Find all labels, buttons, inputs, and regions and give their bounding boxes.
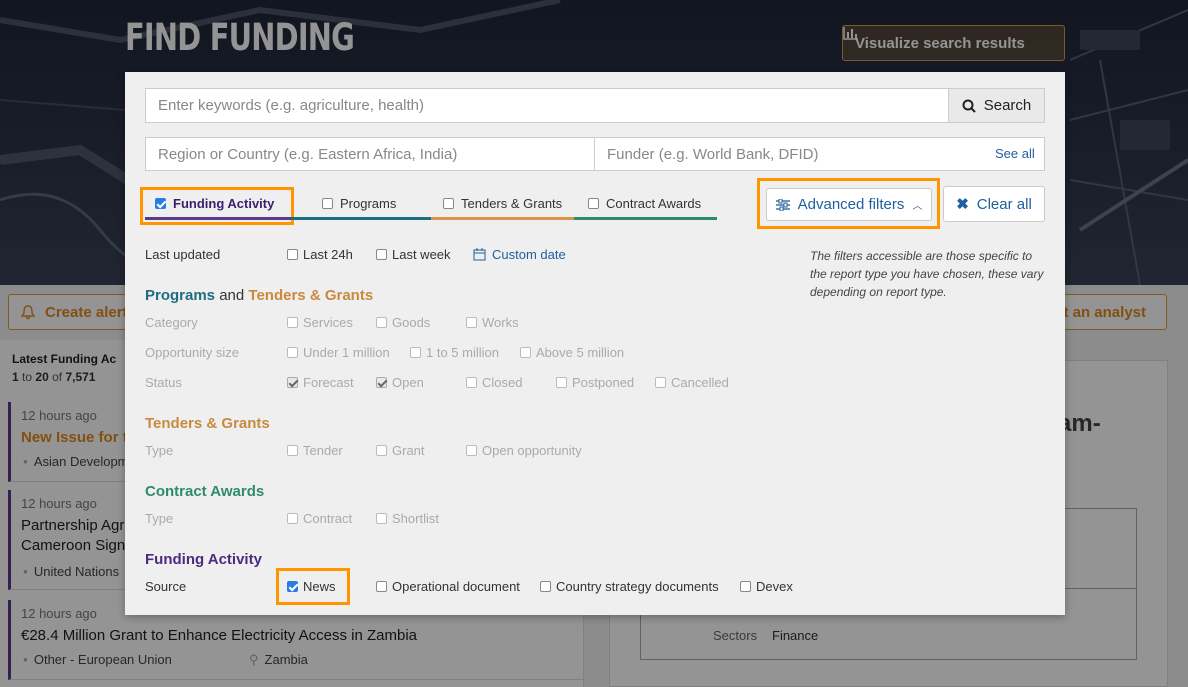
1-to-5m-option[interactable]: 1 to 5 million bbox=[410, 345, 499, 360]
tab-tenders-grants[interactable]: Tenders & Grants bbox=[443, 186, 562, 220]
tab-contract-awards[interactable]: Contract Awards bbox=[588, 186, 701, 220]
region-input[interactable] bbox=[145, 137, 595, 171]
postponed-option[interactable]: Postponed bbox=[556, 375, 634, 390]
search-icon bbox=[962, 99, 976, 113]
under-1m-option[interactable]: Under 1 million bbox=[287, 345, 390, 360]
opportunity-size-label: Opportunity size bbox=[145, 345, 239, 360]
highlight-box bbox=[757, 178, 940, 229]
checkbox[interactable] bbox=[287, 249, 298, 260]
checkbox[interactable] bbox=[540, 581, 551, 592]
last-updated-label: Last updated bbox=[145, 247, 221, 262]
forecast-option[interactable]: Forecast bbox=[287, 375, 354, 390]
filters-note: The filters accessible are those specifi… bbox=[810, 249, 1044, 299]
highlight-box bbox=[276, 568, 350, 605]
close-icon: ✖ bbox=[956, 196, 969, 213]
tab-programs[interactable]: Programs bbox=[322, 186, 396, 220]
last-24h-option[interactable]: Last 24h bbox=[287, 247, 353, 262]
country-strategy-option[interactable]: Country strategy documents bbox=[540, 579, 719, 594]
grant-option[interactable]: Grant bbox=[376, 443, 425, 458]
tenders-type-label: Type bbox=[145, 443, 174, 458]
custom-date-link[interactable]: Custom date bbox=[473, 247, 566, 262]
checkbox[interactable] bbox=[376, 581, 387, 592]
above-5m-option[interactable]: Above 5 million bbox=[520, 345, 624, 360]
tab-underline bbox=[291, 217, 431, 220]
keywords-input[interactable] bbox=[145, 88, 949, 123]
goods-option[interactable]: Goods bbox=[376, 315, 430, 330]
status-label: Status bbox=[145, 375, 182, 390]
open-opportunity-option[interactable]: Open opportunity bbox=[466, 443, 582, 458]
contract-type-label: Type bbox=[145, 511, 174, 526]
contract-option[interactable]: Contract bbox=[287, 511, 352, 526]
tab-label: Tenders & Grants bbox=[461, 195, 563, 211]
tab-label: Contract Awards bbox=[606, 195, 702, 211]
category-label: Category bbox=[145, 315, 198, 330]
tab-underline bbox=[431, 217, 574, 220]
tenders-grants-checkbox[interactable] bbox=[443, 197, 454, 209]
programs-section-title: Programs and Tenders & Grants bbox=[145, 287, 374, 304]
clear-all-label: Clear all bbox=[976, 195, 1032, 213]
services-option[interactable]: Services bbox=[287, 315, 353, 330]
calendar-icon bbox=[473, 248, 486, 261]
open-option[interactable]: Open bbox=[376, 375, 424, 390]
shortlist-option[interactable]: Shortlist bbox=[376, 511, 439, 526]
search-label: Search bbox=[983, 97, 1032, 114]
highlight-box bbox=[140, 187, 294, 225]
see-all-link[interactable]: See all bbox=[995, 146, 1035, 161]
operational-document-option[interactable]: Operational document bbox=[376, 579, 520, 594]
funder-input[interactable] bbox=[594, 137, 1045, 171]
tenders-section-title: Tenders & Grants bbox=[145, 415, 270, 432]
clear-all-button[interactable]: ✖ Clear all bbox=[943, 186, 1045, 222]
tab-label: Programs bbox=[340, 195, 397, 211]
contract-awards-checkbox[interactable] bbox=[588, 197, 599, 209]
checkbox[interactable] bbox=[740, 581, 751, 592]
funding-section-title: Funding Activity bbox=[145, 551, 262, 568]
works-option[interactable]: Works bbox=[466, 315, 519, 330]
search-button[interactable]: Search bbox=[948, 88, 1045, 123]
tender-option[interactable]: Tender bbox=[287, 443, 343, 458]
tab-underline bbox=[574, 217, 717, 220]
devex-option[interactable]: Devex bbox=[740, 579, 793, 594]
filter-panel: Search See all Funding Activity Programs… bbox=[125, 72, 1065, 615]
programs-checkbox[interactable] bbox=[322, 197, 333, 209]
checkbox[interactable] bbox=[376, 249, 387, 260]
last-week-option[interactable]: Last week bbox=[376, 247, 451, 262]
cancelled-option[interactable]: Cancelled bbox=[655, 375, 729, 390]
source-label: Source bbox=[145, 579, 187, 594]
contract-section-title: Contract Awards bbox=[145, 483, 265, 500]
closed-option[interactable]: Closed bbox=[466, 375, 522, 390]
